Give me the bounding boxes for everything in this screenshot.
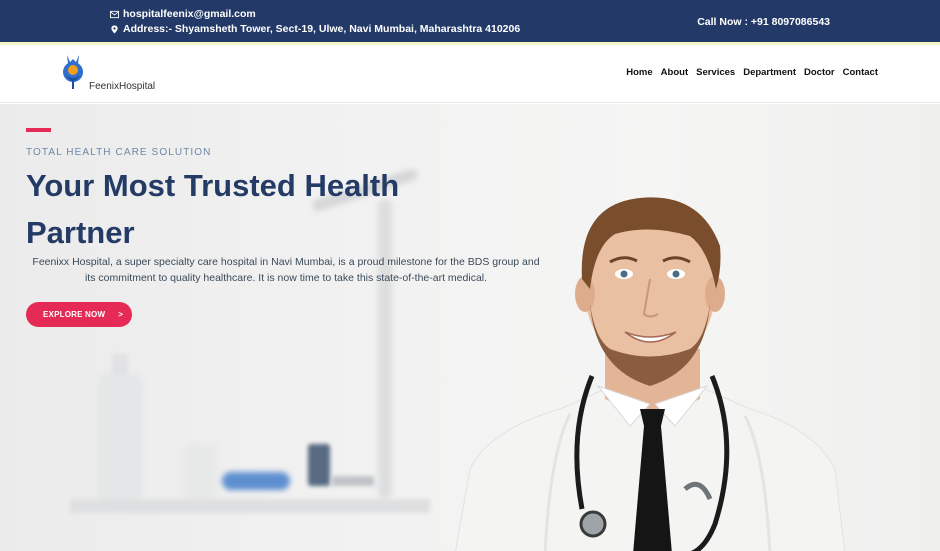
map-pin-icon (111, 24, 118, 34)
main-nav: Home About Services Department Doctor Co… (626, 67, 878, 78)
email-line[interactable]: hospitalfeenix@gmail.com (110, 8, 256, 20)
background-vial (308, 444, 330, 486)
nav-services[interactable]: Services (696, 67, 735, 78)
topbar: hospitalfeenix@gmail.com Address:- Shyam… (0, 0, 940, 42)
background-tray (332, 476, 374, 486)
email-text[interactable]: hospitalfeenix@gmail.com (123, 8, 256, 20)
address-line: Address:- Shyamsheth Tower, Sect-19, Ulw… (110, 23, 520, 35)
nav-contact[interactable]: Contact (843, 67, 878, 78)
feenix-logo-icon[interactable] (58, 53, 88, 91)
hero-description: Feenixx Hospital, a super specialty care… (32, 256, 540, 284)
background-bottle (98, 374, 142, 504)
call-now[interactable]: Call Now : +91 8097086543 (697, 16, 830, 28)
brand-name[interactable]: FeenixHospital (89, 81, 155, 92)
doctor-image (455, 197, 846, 551)
hero-tagline: TOTAL HEALTH CARE SOLUTION (26, 147, 212, 158)
accent-bar (26, 128, 51, 132)
envelope-icon (110, 10, 119, 18)
explore-now-button[interactable]: EXPLORE NOW > (26, 302, 132, 327)
background-shelf (70, 499, 430, 513)
hero-title: Your Most Trusted Health Partner (26, 168, 400, 250)
navbar: FeenixHospital Home About Services Depar… (0, 45, 940, 103)
background-jar (183, 444, 217, 504)
explore-now-label: EXPLORE NOW (43, 310, 106, 319)
background-gloves (222, 472, 290, 490)
address-text: Address:- Shyamsheth Tower, Sect-19, Ulw… (123, 23, 521, 35)
hero-banner: TOTAL HEALTH CARE SOLUTION Your Most Tru… (0, 104, 940, 551)
nav-about[interactable]: About (661, 67, 688, 78)
nav-home[interactable]: Home (626, 67, 652, 78)
nav-department[interactable]: Department (743, 67, 796, 78)
chevron-right-icon: > (118, 310, 124, 319)
nav-doctor[interactable]: Doctor (804, 67, 835, 78)
